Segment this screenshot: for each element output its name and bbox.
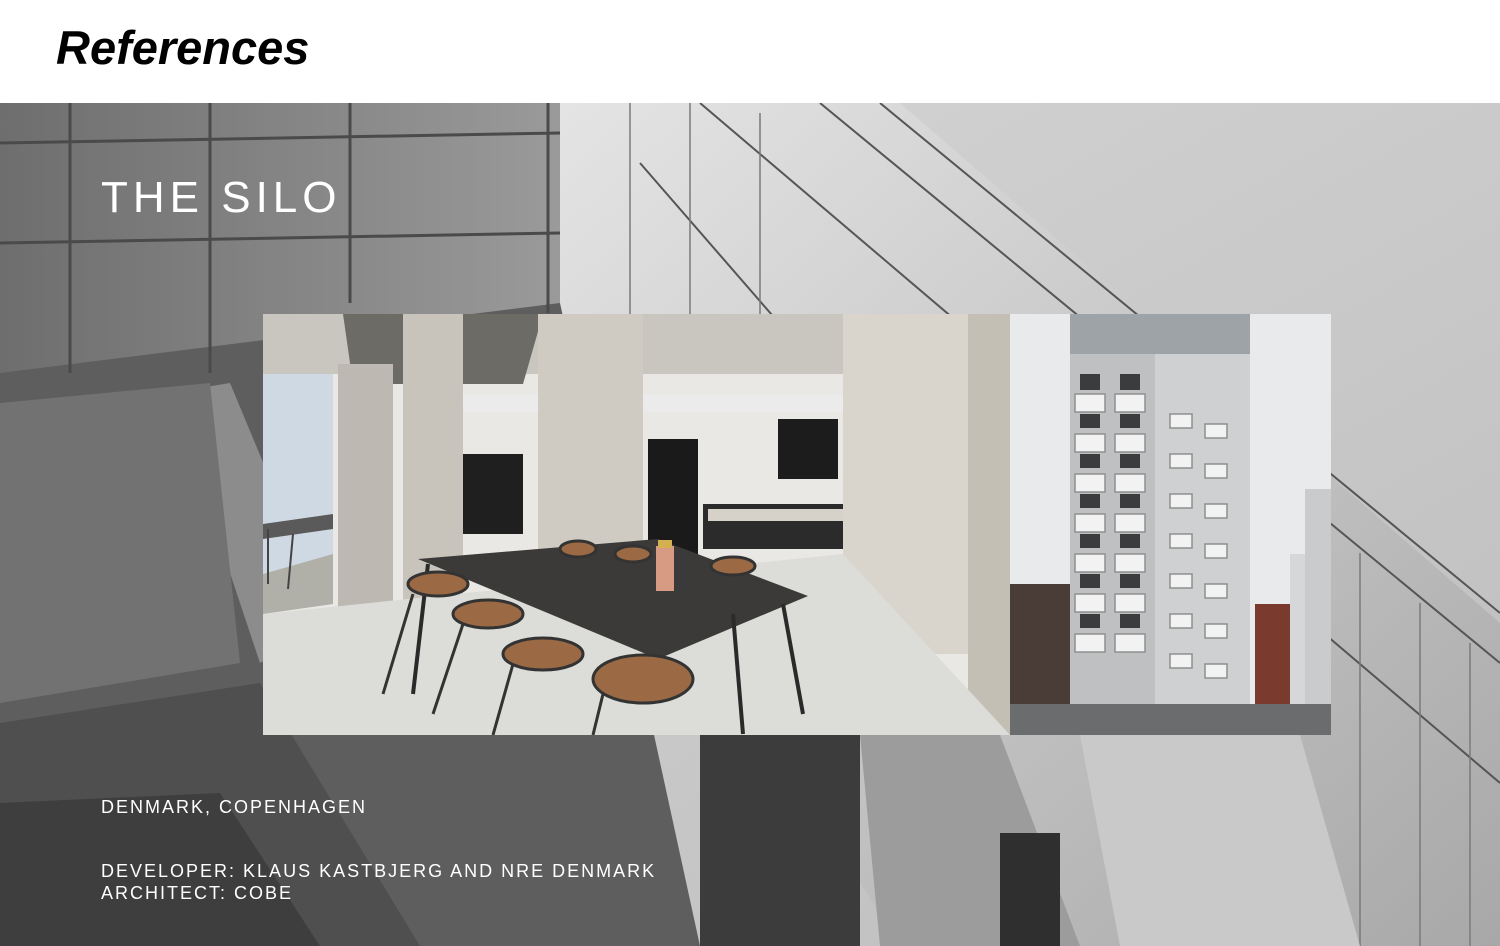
- project-title: THE SILO: [101, 173, 342, 222]
- page-title: References: [56, 21, 310, 74]
- project-gallery: [263, 314, 1331, 735]
- project-architect: ARCHITECT: COBE: [101, 883, 294, 903]
- project-hero: THE SILO DENMARK, COPENHAGEN DEVELOPER: …: [0, 103, 1500, 946]
- page-header: References: [0, 0, 1500, 103]
- project-developer: DEVELOPER: KLAUS KASTBJERG AND NRE DENMA…: [101, 861, 657, 881]
- project-location: DENMARK, COPENHAGEN: [101, 797, 368, 817]
- references-page: References THE SILO DENMARK, COPENHAGEN …: [0, 0, 1500, 946]
- exterior-photo[interactable]: [1010, 314, 1331, 735]
- interior-photo[interactable]: [263, 314, 1010, 735]
